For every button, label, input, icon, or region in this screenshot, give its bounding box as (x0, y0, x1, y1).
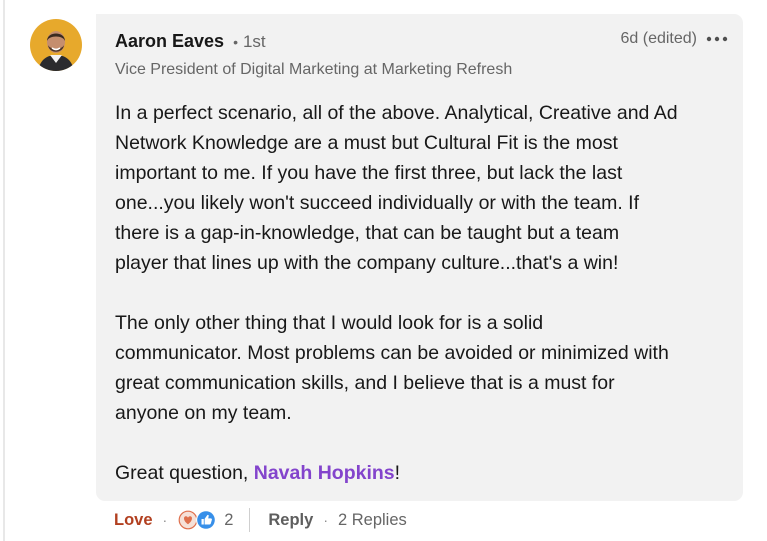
mention-link[interactable]: Navah Hopkins (254, 462, 395, 484)
comment-timestamp: 6d (edited) (620, 30, 698, 47)
comment-thread: Aaron Eaves • 1st Vice President of Digi… (0, 0, 767, 541)
comment-line: communicator. Most problems can be avoid… (115, 342, 669, 364)
thread-line (3, 0, 5, 541)
avatar-photo (30, 19, 82, 71)
comment-line: The only other thing that I would look f… (115, 312, 544, 334)
reactions-summary[interactable]: 2 (177, 509, 233, 531)
closing-suffix: ! (394, 462, 401, 484)
closing-text: Great question, (115, 462, 254, 484)
reply-button[interactable]: Reply (268, 511, 313, 530)
reaction-count: 2 (224, 510, 234, 529)
comment-line: In a perfect scenario, all of the above.… (115, 102, 678, 124)
comment-meta: 6d (edited) (621, 28, 730, 50)
separator-dot: · (162, 512, 168, 528)
comment-closing: Great question, Navah Hopkins! (115, 458, 735, 488)
degree-separator: • (233, 34, 238, 50)
author-row: Aaron Eaves • 1st (115, 31, 266, 52)
love-reaction-button[interactable]: Love (114, 511, 153, 530)
reaction-icons (178, 510, 217, 530)
more-horizontal-icon (706, 36, 728, 42)
comment-actions: Love · 2 Reply · 2 Replies (114, 507, 407, 533)
author-headline: Vice President of Digital Marketing at M… (115, 61, 513, 78)
like-reaction-icon (196, 510, 217, 530)
comment-bubble: Aaron Eaves • 1st Vice President of Digi… (96, 14, 743, 501)
comment-paragraph-1: In a perfect scenario, all of the above.… (115, 98, 735, 278)
avatar[interactable] (30, 19, 82, 71)
comment-body: In a perfect scenario, all of the above.… (115, 98, 735, 488)
comment-line: anyone on my team. (115, 402, 292, 424)
love-reaction-icon (178, 510, 199, 530)
comment-paragraph-2: The only other thing that I would look f… (115, 308, 735, 428)
comment-line: important to me. If you have the first t… (115, 162, 623, 184)
comment-line: there is a gap-in-knowledge, that can be… (115, 222, 620, 244)
comment-line: great communication skills, and I believ… (115, 372, 615, 394)
replies-count-link[interactable]: 2 Replies (338, 511, 407, 530)
comment-line: one...you likely won't succeed individua… (115, 192, 639, 214)
more-options-button[interactable] (705, 28, 729, 50)
comment-line: player that lines up with the company cu… (115, 252, 619, 274)
action-divider (249, 508, 251, 532)
connection-degree: 1st (242, 32, 266, 51)
author-name[interactable]: Aaron Eaves (115, 31, 224, 52)
comment-line: Network Knowledge are a must but Cultura… (115, 132, 618, 154)
separator-dot: · (323, 512, 328, 528)
